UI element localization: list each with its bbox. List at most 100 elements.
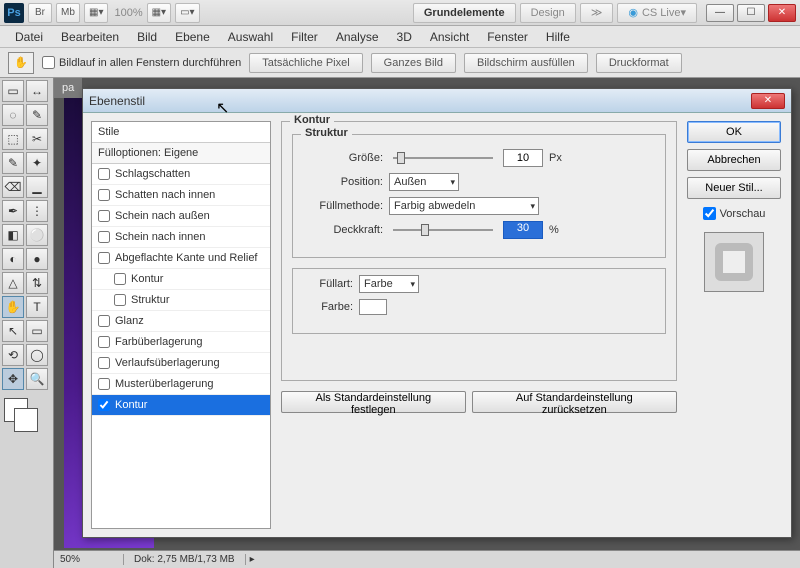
br-button[interactable]: Br	[28, 3, 52, 23]
opacity-slider[interactable]	[393, 229, 493, 231]
tool-11[interactable]: ⋮	[26, 200, 48, 222]
cslive-menu[interactable]: ◉CS Live ▾	[617, 3, 697, 23]
status-doc-size[interactable]: Dok: 2,75 MB/1,73 MB	[124, 554, 246, 565]
tool-14[interactable]: ◐	[2, 248, 24, 270]
close-button[interactable]: ✕	[768, 4, 796, 22]
style-checkbox-2[interactable]	[98, 210, 110, 222]
style-item-6[interactable]: Struktur	[92, 290, 270, 311]
style-checkbox-7[interactable]	[98, 315, 110, 327]
minimize-button[interactable]: —	[706, 4, 734, 22]
style-checkbox-8[interactable]	[98, 336, 110, 348]
set-default-button[interactable]: Als Standardeinstellung festlegen	[281, 391, 466, 413]
tool-10[interactable]: ✒	[2, 200, 24, 222]
style-checkbox-9[interactable]	[98, 357, 110, 369]
scroll-all-windows-checkbox[interactable]: Bildlauf in allen Fenstern durchführen	[42, 56, 241, 69]
tool-21[interactable]: ▭	[26, 320, 48, 342]
style-checkbox-11[interactable]	[98, 399, 110, 411]
menu-auswahl[interactable]: Auswahl	[219, 30, 282, 44]
document-tab[interactable]: pa	[54, 78, 82, 98]
tool-type[interactable]: T	[26, 296, 48, 318]
tool-20[interactable]: ↖	[2, 320, 24, 342]
tool-12[interactable]: ◧	[2, 224, 24, 246]
tool-15[interactable]: ●	[26, 248, 48, 270]
mb-button[interactable]: Mb	[56, 3, 80, 23]
menu-3d[interactable]: 3D	[388, 30, 421, 44]
style-item-1[interactable]: Schatten nach innen	[92, 185, 270, 206]
blend-dropdown[interactable]: Farbig abwedeln	[389, 197, 539, 215]
menu-bild[interactable]: Bild	[128, 30, 166, 44]
zoom-level[interactable]: 100%	[114, 7, 142, 19]
menu-analyse[interactable]: Analyse	[327, 30, 388, 44]
hand-tool-icon[interactable]: ✋	[8, 52, 34, 74]
tool-13[interactable]: ⚪	[26, 224, 48, 246]
menu-filter[interactable]: Filter	[282, 30, 327, 44]
size-slider-thumb[interactable]	[397, 152, 405, 164]
menu-ansicht[interactable]: Ansicht	[421, 30, 478, 44]
style-item-3[interactable]: Schein nach innen	[92, 227, 270, 248]
style-item-10[interactable]: Musterüberlagerung	[92, 374, 270, 395]
tool-1[interactable]: ↔	[26, 80, 48, 102]
maximize-button[interactable]: ☐	[737, 4, 765, 22]
tool-0[interactable]: ▭	[2, 80, 24, 102]
opacity-slider-thumb[interactable]	[421, 224, 429, 236]
tool-zoom[interactable]: 🔍	[26, 368, 48, 390]
ok-button[interactable]: OK	[687, 121, 781, 143]
menu-ebene[interactable]: Ebene	[166, 30, 219, 44]
style-checkbox-5[interactable]	[114, 273, 126, 285]
size-input[interactable]	[503, 149, 543, 167]
menu-hilfe[interactable]: Hilfe	[537, 30, 579, 44]
opacity-input[interactable]: 30	[503, 221, 543, 239]
print-size-button[interactable]: Druckformat	[596, 53, 682, 73]
background-swatch[interactable]	[14, 408, 38, 432]
style-checkbox-4[interactable]	[98, 252, 110, 264]
style-checkbox-6[interactable]	[114, 294, 126, 306]
screen-mode-button[interactable]: ▭▾	[175, 3, 199, 23]
dialog-titlebar[interactable]: Ebenenstil ✕	[83, 89, 791, 113]
view-mode-button[interactable]: ▦▾	[147, 3, 171, 23]
style-checkbox-1[interactable]	[98, 189, 110, 201]
film-button[interactable]: ▦▾	[84, 3, 108, 23]
style-item-9[interactable]: Verlaufsüberlagerung	[92, 353, 270, 374]
style-checkbox-10[interactable]	[98, 378, 110, 390]
tool-2[interactable]: ◌	[2, 104, 24, 126]
workspace-tab-design[interactable]: Design	[520, 3, 576, 23]
tool-9[interactable]: ▁	[26, 176, 48, 198]
color-swatches[interactable]	[2, 398, 42, 434]
menu-datei[interactable]: Datei	[6, 30, 52, 44]
style-item-11[interactable]: Kontur	[92, 395, 270, 416]
dialog-close-button[interactable]: ✕	[751, 93, 785, 109]
fit-screen-button[interactable]: Ganzes Bild	[371, 53, 456, 73]
new-style-button[interactable]: Neuer Stil...	[687, 177, 781, 199]
tool-7[interactable]: ✦	[26, 152, 48, 174]
style-item-8[interactable]: Farbüberlagerung	[92, 332, 270, 353]
color-swatch[interactable]	[359, 299, 387, 315]
style-checkbox-3[interactable]	[98, 231, 110, 243]
tool-hand[interactable]: ✋	[2, 296, 24, 318]
tool-24[interactable]: ✥	[2, 368, 24, 390]
fill-screen-button[interactable]: Bildschirm ausfüllen	[464, 53, 588, 73]
preview-checkbox[interactable]: Vorschau	[687, 207, 781, 220]
filltype-dropdown[interactable]: Farbe	[359, 275, 419, 293]
cancel-button[interactable]: Abbrechen	[687, 149, 781, 171]
reset-default-button[interactable]: Auf Standardeinstellung zurücksetzen	[472, 391, 677, 413]
tool-23[interactable]: ◯	[26, 344, 48, 366]
workspace-tab-grundelemente[interactable]: Grundelemente	[413, 3, 516, 23]
workspace-more[interactable]: ≫	[580, 3, 614, 23]
tool-3[interactable]: ✎	[26, 104, 48, 126]
actual-pixels-button[interactable]: Tatsächliche Pixel	[249, 53, 362, 73]
style-item-4[interactable]: Abgeflachte Kante und Relief	[92, 248, 270, 269]
status-zoom[interactable]: 50%	[54, 554, 124, 565]
menu-fenster[interactable]: Fenster	[478, 30, 537, 44]
tool-6[interactable]: ✎	[2, 152, 24, 174]
fill-options-row[interactable]: Fülloptionen: Eigene	[92, 143, 270, 164]
tool-17[interactable]: ⇅	[26, 272, 48, 294]
tool-16[interactable]: △	[2, 272, 24, 294]
size-slider[interactable]	[393, 157, 493, 159]
tool-8[interactable]: ⌫	[2, 176, 24, 198]
style-item-2[interactable]: Schein nach außen	[92, 206, 270, 227]
tool-4[interactable]: ⬚	[2, 128, 24, 150]
styles-header[interactable]: Stile	[92, 122, 270, 143]
style-item-5[interactable]: Kontur	[92, 269, 270, 290]
position-dropdown[interactable]: Außen	[389, 173, 459, 191]
style-item-7[interactable]: Glanz	[92, 311, 270, 332]
